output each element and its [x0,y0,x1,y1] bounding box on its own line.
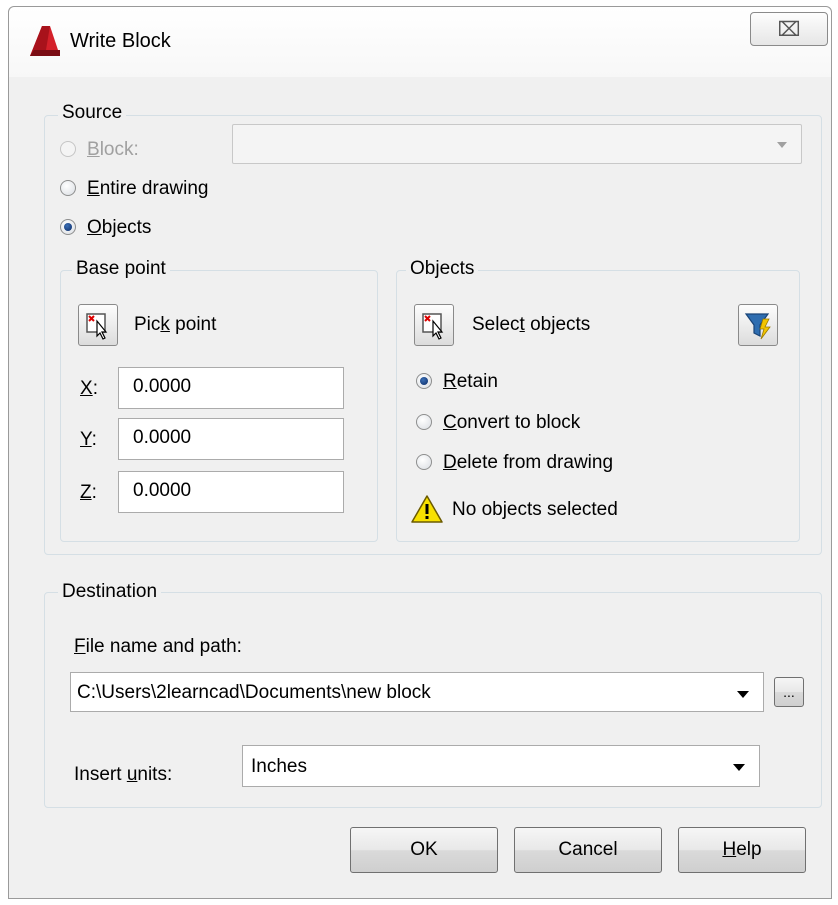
convert-to-block-radio[interactable] [416,414,432,430]
pick-point-button[interactable] [78,304,118,346]
no-objects-selected-text: No objects selected [452,499,618,520]
block-radio[interactable] [60,141,76,157]
ok-button[interactable]: OK [350,827,498,873]
insert-units-value: Inches [251,756,307,777]
browse-button-label: ... [783,684,795,700]
chevron-down-icon [777,142,787,148]
close-button[interactable]: ⌧ [750,12,828,46]
objects-label: Objects [87,217,152,238]
y-label: Y: [80,429,97,450]
select-objects-icon [422,313,444,340]
retain-radio[interactable] [416,373,432,389]
quick-select-button[interactable] [738,304,778,346]
base-point-legend: Base point [72,258,170,280]
convert-to-block-label: Convert to block [443,412,581,433]
retain-label: Retain [443,371,498,392]
delete-from-drawing-label: Delete from drawing [443,452,614,473]
browse-button[interactable]: ... [774,677,804,707]
chevron-down-icon[interactable] [737,691,749,698]
select-objects-label: Select objects [472,314,591,335]
filter-funnel-icon [744,313,771,340]
pick-point-label: Pick point [134,314,217,335]
help-button[interactable]: Help [678,827,806,873]
app-logo-icon [30,26,60,56]
x-input[interactable]: 0.0000 [118,367,344,409]
destination-legend: Destination [58,581,162,603]
close-icon: ⌧ [777,18,801,41]
help-button-label: Help [722,839,762,860]
file-path-combo[interactable]: C:\Users\2learncad\Documents\new block [70,672,764,712]
block-select[interactable] [232,124,802,164]
objects-legend: Objects [406,258,479,280]
file-path-value: C:\Users\2learncad\Documents\new block [77,682,431,703]
entire-drawing-radio[interactable] [60,180,76,196]
cancel-button-label: Cancel [558,839,618,860]
select-objects-button[interactable] [414,304,454,346]
insert-units-label: Insert units: [74,764,173,785]
x-label: X: [80,378,98,399]
z-label: Z: [80,482,97,503]
y-input[interactable]: 0.0000 [118,418,344,460]
warning-icon [411,495,443,523]
source-legend: Source [58,102,127,124]
window-title: Write Block [70,30,171,52]
objects-radio[interactable] [60,219,76,235]
delete-from-drawing-radio[interactable] [416,454,432,470]
pick-point-icon [86,313,108,340]
file-name-label: File name and path: [74,636,242,657]
block-label: Block: [87,139,139,160]
ok-button-label: OK [410,839,438,860]
z-input[interactable]: 0.0000 [118,471,344,513]
insert-units-select[interactable]: Inches [242,745,760,787]
cancel-button[interactable]: Cancel [514,827,662,873]
chevron-down-icon[interactable] [733,764,745,771]
entire-drawing-label: Entire drawing [87,178,209,199]
